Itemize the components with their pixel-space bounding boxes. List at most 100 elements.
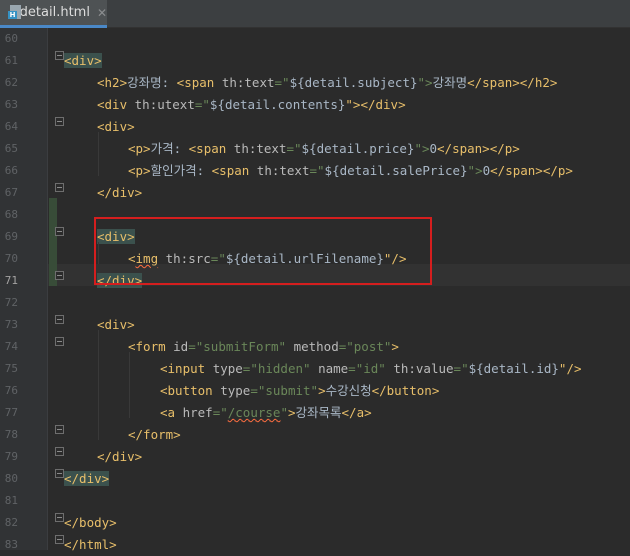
line-number: 82 (4, 516, 18, 529)
code-token: 강좌목록 (295, 405, 342, 420)
line-number: 65 (4, 142, 18, 155)
code-text: </body> (64, 512, 117, 534)
code-token: th:text (256, 163, 310, 178)
code-token: th:text (221, 75, 275, 90)
code-text: </div> (64, 468, 110, 490)
code-token: " (280, 405, 288, 420)
code-token: </div> (97, 449, 143, 464)
code-token: "/> (558, 361, 582, 376)
code-token: 수강신청 (325, 383, 372, 398)
line-number: 64 (4, 120, 18, 133)
line-number: 78 (4, 428, 18, 441)
code-text: </div> (97, 446, 142, 468)
code-token: </button> (371, 383, 440, 398)
line-number: 66 (4, 164, 18, 177)
fold-toggle-icon[interactable] (55, 227, 64, 236)
tab-detail-html[interactable]: H detail.html ✕ (0, 0, 107, 28)
code-token: </span></p> (490, 163, 573, 178)
code-text: <div> (97, 314, 135, 336)
fold-toggle-icon[interactable] (55, 425, 64, 434)
line-number: 69 (4, 230, 18, 243)
code-token: =" (453, 361, 469, 376)
code-token: </form> (128, 427, 181, 442)
code-token: 강좌명 (432, 75, 468, 90)
code-line-63: 63 <div th:utext="${detail.contents}"></… (0, 94, 630, 116)
code-token: =" (274, 75, 290, 90)
code-token: </span></p> (437, 141, 520, 156)
fold-toggle-icon[interactable] (55, 183, 64, 192)
code-text: <div> (97, 116, 135, 138)
code-token: <button (160, 383, 221, 398)
code-token: th:text (233, 141, 287, 156)
code-token: > (318, 383, 326, 398)
indent-guide (98, 132, 99, 176)
code-token: th:utext (134, 97, 195, 112)
fold-toggle-icon[interactable] (55, 271, 64, 280)
line-number: 70 (4, 252, 18, 265)
code-line-60: 60 (0, 28, 630, 50)
code-token: <p> (128, 163, 151, 178)
code-token: 할인가격: (150, 163, 212, 178)
html-file-icon: H (8, 5, 21, 20)
code-token: <p> (128, 141, 151, 156)
code-text: <p>가격: <span th:text="${detail.price}">0… (128, 138, 520, 160)
line-number: 60 (4, 32, 18, 45)
fold-toggle-icon[interactable] (55, 315, 64, 324)
fold-toggle-icon[interactable] (55, 535, 64, 544)
line-number: 73 (4, 318, 18, 331)
code-line-62: 62 <h2>강좌명: <span th:text="${detail.subj… (0, 72, 630, 94)
close-icon[interactable]: ✕ (97, 6, 107, 20)
fold-toggle-icon[interactable] (55, 337, 64, 346)
code-token: ${detail.subject} (289, 75, 418, 90)
code-token: "> (467, 163, 483, 178)
line-number: 76 (4, 384, 18, 397)
fold-toggle-icon[interactable] (55, 117, 64, 126)
code-token: 0 (429, 141, 438, 156)
code-token: /course (227, 405, 281, 420)
code-token: ="hidden" (242, 361, 319, 376)
code-token: <span (211, 163, 257, 178)
tab-label: detail.html (19, 5, 90, 20)
code-token: ${detail.id} (468, 361, 559, 376)
code-token: id (173, 339, 189, 354)
fold-toggle-icon[interactable] (55, 469, 64, 478)
code-token: =" (194, 97, 210, 112)
code-line-66: 66 <p>할인가격: <span th:text="${detail.sale… (0, 160, 630, 182)
code-line-64: 64 <div> (0, 116, 630, 138)
code-token: ="submit" (250, 383, 319, 398)
code-line-77: 77 <a href="/course">강좌목록</a> (0, 402, 630, 424)
code-token: <form (128, 339, 174, 354)
fold-toggle-icon[interactable] (55, 513, 64, 522)
fold-toggle-icon[interactable] (55, 51, 64, 60)
code-token: > (287, 405, 296, 420)
fold-toggle-icon[interactable] (55, 447, 64, 456)
code-token: </div> (64, 471, 110, 486)
code-line-75: 75 <input type="hidden" name="id" th:val… (0, 358, 630, 380)
code-token: ="post" (338, 339, 392, 354)
code-token: ${detail.contents} (209, 97, 346, 112)
line-number: 72 (4, 296, 18, 309)
code-text: </html> (64, 534, 117, 556)
code-line-76: 76 <button type="submit">수강신청</button> (0, 380, 630, 402)
code-token: ${detail.price} (301, 141, 415, 156)
code-text: <h2>강좌명: <span th:text="${detail.subject… (97, 72, 557, 94)
line-number: 67 (4, 186, 18, 199)
line-number: 80 (4, 472, 18, 485)
code-token: type (220, 383, 251, 398)
code-token: </body> (64, 515, 117, 530)
line-number: 63 (4, 98, 18, 111)
code-text: <button type="submit">수강신청</button> (160, 380, 439, 402)
code-token: "></div> (345, 97, 406, 112)
line-number: 81 (4, 494, 18, 507)
code-token: =" (286, 141, 302, 156)
code-token: > (391, 339, 399, 354)
code-line-80: 80 </div> (0, 468, 630, 490)
code-token: <span (176, 75, 222, 90)
code-text: <input type="hidden" name="id" th:value=… (160, 358, 582, 380)
code-token: <h2> (97, 75, 128, 90)
line-number: 62 (4, 76, 18, 89)
line-number: 79 (4, 450, 18, 463)
code-token: th:value (393, 361, 454, 376)
highlight-annotation-box (94, 217, 432, 285)
code-token: ="id" (348, 361, 394, 376)
